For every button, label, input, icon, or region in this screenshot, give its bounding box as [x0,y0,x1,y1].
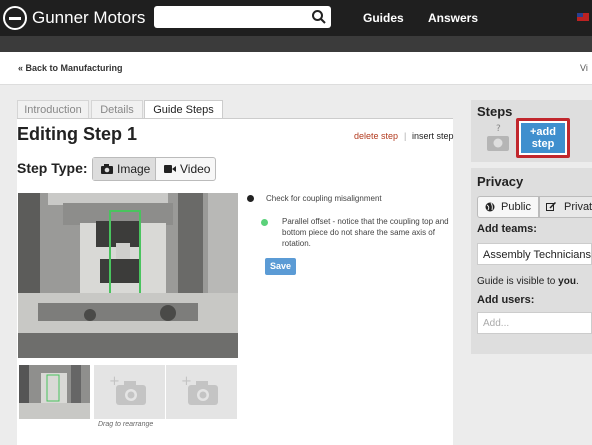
tab-details[interactable]: Details [91,100,143,119]
team-select[interactable]: Assembly Technicians [477,243,592,265]
video-type-button[interactable]: Video [156,158,214,180]
empty-step-camera-icon: ? [487,124,509,151]
svg-text:?: ? [496,124,501,134]
globe-icon [485,202,495,212]
add-step-plus-text: +add [530,126,556,138]
search-icon[interactable] [311,9,327,25]
svg-text:+: + [181,374,192,389]
add-users-label: Add users: [477,294,535,306]
public-label: Public [501,201,531,213]
view-link[interactable]: Vi [580,63,588,73]
add-step-label: +add step [521,123,565,153]
step-type-label: Step Type: [17,160,88,176]
add-image-slot-3[interactable]: + [166,365,237,419]
image-type-label: Image [117,162,151,176]
thumbnail-photo-image [19,365,90,419]
back-link[interactable]: « Back to Manufacturing [18,63,123,73]
tab-guide-steps[interactable]: Guide Steps [144,100,223,120]
add-teams-label: Add teams: [477,223,537,235]
privacy-title: Privacy [477,174,524,189]
visibility-note: Guide is visible to you. [477,276,579,287]
step-main-image[interactable] [18,193,238,358]
tab-introduction[interactable]: Introduction [17,100,89,119]
language-flag-icon[interactable] [577,13,589,21]
nav-guides[interactable]: Guides [363,11,404,25]
step-type-toggle: Image Video [92,157,216,181]
camera-icon [101,164,113,174]
breadcrumb-bar: « Back to Manufacturing Vi [0,52,592,85]
brand-logo-icon[interactable] [3,6,27,30]
drag-hint: Drag to rearrange [98,421,154,428]
private-label: Private [564,201,592,213]
machine-photo-image [18,193,238,358]
sub-header-strip [0,36,592,52]
svg-text:+: + [109,374,120,389]
add-step-word-text: step [531,138,555,150]
visibility-suffix: . [575,276,579,287]
add-step-button[interactable]: +add step [516,118,570,158]
bullet-dot-green-icon[interactable] [261,219,268,226]
thumbnail-1[interactable] [19,365,90,419]
insert-step-link[interactable]: insert step [412,131,454,141]
add-photo-icon: + [181,374,218,405]
privacy-public-button[interactable]: Public [477,196,539,218]
add-image-slot-2[interactable]: + [94,365,165,419]
bullet-text-1[interactable]: Check for coupling misalignment [266,193,446,204]
privacy-private-button[interactable]: Private [539,196,592,218]
delete-step-link[interactable]: delete step [354,131,398,141]
video-camera-icon [164,165,176,173]
visibility-prefix: Guide is visible to [477,276,559,287]
add-photo-icon: + [109,374,146,405]
page-title: Editing Step 1 [17,124,138,144]
link-separator: | [404,131,407,141]
edit-icon [546,202,556,211]
steps-title: Steps [477,104,513,119]
search-input[interactable] [154,6,331,28]
save-button[interactable]: Save [265,258,296,275]
visibility-who: you [558,276,576,287]
image-type-button[interactable]: Image [93,158,156,180]
bullet-dot-black-icon[interactable] [247,195,254,202]
bullet-text-2[interactable]: Parallel offset - notice that the coupli… [282,216,452,249]
video-type-label: Video [180,162,211,176]
nav-answers[interactable]: Answers [428,11,478,25]
add-users-input[interactable]: Add... [477,312,592,334]
brand-name[interactable]: Gunner Motors [32,8,145,28]
